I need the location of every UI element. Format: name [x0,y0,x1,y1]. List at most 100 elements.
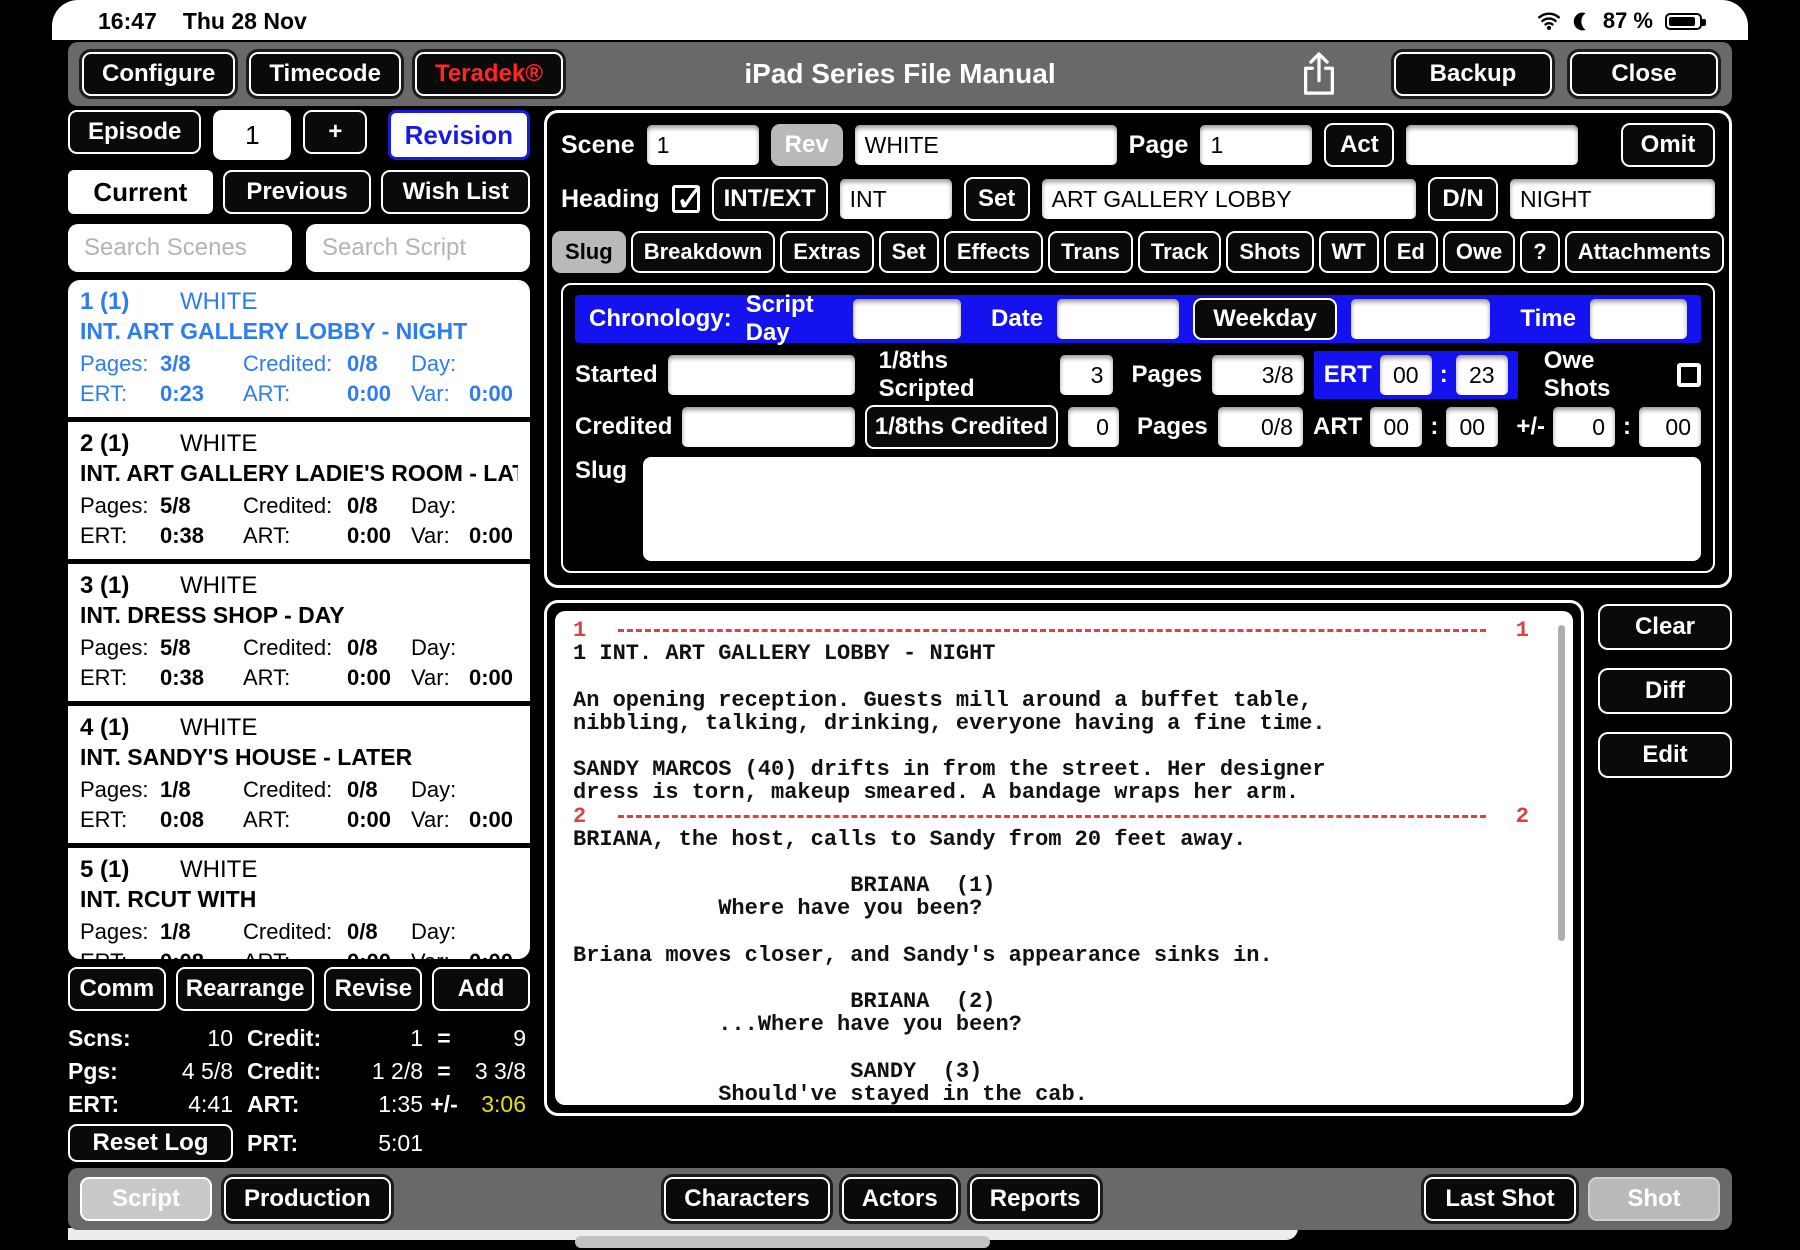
revision-button[interactable]: Revision [387,110,530,160]
tab-help[interactable]: ? [1520,231,1560,273]
tab-effects[interactable]: Effects [943,231,1044,273]
date-input[interactable] [1057,299,1180,339]
script-line: Briana moves closer, and Sandy's appeara… [573,942,1273,968]
owe-shots-checkbox[interactable] [1677,363,1701,387]
teradek-button[interactable]: Teradek® [414,52,563,96]
omit-button[interactable]: Omit [1621,123,1715,167]
tab-attachments[interactable]: Attachments [1564,231,1724,273]
shot-button[interactable]: Shot [1588,1177,1720,1221]
scene-list-item[interactable]: 3 (1) WHITE INT. DRESS SHOP - DAY Pages: 5/8… [68,564,530,706]
eighths-credited-input[interactable]: 0 [1068,407,1119,447]
rev-button[interactable]: Rev [770,124,843,166]
scene-revision-color: WHITE [180,572,258,599]
tab-track[interactable]: Track [1137,231,1222,273]
clear-button[interactable]: Clear [1598,604,1732,650]
share-icon[interactable] [1298,49,1340,99]
edit-button[interactable]: Edit [1598,732,1732,778]
tab-breakdown[interactable]: Breakdown [630,231,776,273]
colon: : [1430,413,1439,440]
started-input[interactable] [667,355,855,395]
scene-number-input[interactable]: 1 [646,125,759,165]
pages-scripted-input[interactable]: 3/8 [1212,355,1304,395]
weekday-input[interactable] [1350,299,1491,339]
credited-input[interactable] [682,407,855,447]
script-mode-button[interactable]: Script [80,1177,212,1221]
timecode-button[interactable]: Timecode [249,52,401,96]
tab-wish-list[interactable]: Wish List [381,170,531,214]
act-input[interactable] [1406,125,1579,165]
tab-shots[interactable]: Shots [1226,231,1314,273]
art-hours-input[interactable]: 00 [1370,407,1423,447]
set-button[interactable]: Set [963,177,1030,221]
variance-minutes-input[interactable]: 00 [1639,407,1701,447]
configure-button[interactable]: Configure [82,52,236,96]
script-scrollbar[interactable] [1558,625,1565,942]
script-line: BRIANA, the host, calls to Sandy from 20… [573,826,1247,852]
art-minutes-input[interactable]: 00 [1446,407,1499,447]
battery-percent: 87 % [1602,8,1653,33]
backup-button[interactable]: Backup [1394,52,1552,96]
scene-number: 1 (1) [80,288,130,315]
scene-revision-color: WHITE [180,430,258,457]
slug-textarea[interactable] [643,457,1701,561]
script-line [573,967,1569,990]
scene-list-item[interactable]: 1 (1) WHITE INT. ART GALLERY LOBBY - NIGHT… [68,280,530,422]
set-input[interactable]: ART GALLERY LOBBY [1041,179,1416,219]
actors-button[interactable]: Actors [841,1177,958,1221]
reports-button[interactable]: Reports [969,1177,1101,1221]
tab-set[interactable]: Set [878,231,939,273]
act-button[interactable]: Act [1324,123,1395,167]
scene-list-item[interactable]: 5 (1) WHITE INT. RCUT WITH Pages: 1/8 Credite… [68,848,530,959]
weekday-button[interactable]: Weekday [1193,298,1337,340]
episode-number-input[interactable]: 1 [213,110,292,160]
scene-revision-color: WHITE [180,714,258,741]
rev-color-input[interactable]: WHITE [854,125,1117,165]
page-number-input[interactable]: 1 [1200,125,1313,165]
production-button[interactable]: Production [224,1177,391,1221]
diff-button[interactable]: Diff [1598,668,1732,714]
last-shot-button[interactable]: Last Shot [1424,1177,1576,1221]
colon: : [1623,413,1631,440]
scene-heading: INT. ART GALLERY LOBBY - NIGHT [80,318,468,344]
tab-owe[interactable]: Owe [1442,231,1516,273]
balance-pages-value: 3 3/8 [474,1058,526,1084]
variance-hours-input[interactable]: 0 [1553,407,1615,447]
day-night-input[interactable]: NIGHT [1510,179,1715,219]
tab-ed[interactable]: Ed [1383,231,1438,273]
pages-credited-input[interactable]: 0/8 [1217,407,1303,447]
int-ext-button[interactable]: INT/EXT [711,177,828,221]
tab-extras[interactable]: Extras [780,231,874,273]
scene-list[interactable]: 1 (1) WHITE INT. ART GALLERY LOBBY - NIGHT… [68,280,530,959]
time-input[interactable] [1589,299,1688,339]
eighths-credited-button[interactable]: 1/8ths Credited [864,405,1059,449]
eighths-scripted-input[interactable]: 3 [1059,355,1114,395]
revise-button[interactable]: Revise [324,967,423,1011]
ert-hours-input[interactable]: 00 [1379,355,1432,395]
script-page[interactable]: 111 INT. ART GALLERY LOBBY - NIGHT An op… [555,611,1573,1105]
heading-checkbox[interactable] [671,176,706,221]
search-script-input[interactable] [306,224,530,272]
script-day-input[interactable] [852,299,962,339]
add-episode-button[interactable]: + [303,110,368,154]
scene-list-item[interactable]: 2 (1) WHITE INT. ART GALLERY LADIE'S ROOM … [68,422,530,564]
ert-minutes-input[interactable]: 23 [1455,355,1508,395]
tab-slug[interactable]: Slug [552,231,626,273]
episode-button[interactable]: Episode [68,110,202,154]
int-ext-input[interactable]: INT [839,179,952,219]
scene-revision-color: WHITE [180,856,258,883]
characters-button[interactable]: Characters [664,1177,830,1221]
tab-current[interactable]: Current [68,170,213,214]
scene-list-item[interactable]: 4 (1) WHITE INT. SANDY'S HOUSE - LATER Page… [68,706,530,848]
tab-wt[interactable]: WT [1318,231,1379,273]
search-scenes-input[interactable] [68,224,292,272]
tab-previous[interactable]: Previous [222,170,372,214]
close-button[interactable]: Close [1570,52,1718,96]
day-night-button[interactable]: D/N [1428,177,1498,221]
status-bar: 16:47 Thu 28 Nov 87 % [52,0,1748,40]
rearrange-button[interactable]: Rearrange [175,967,315,1011]
tab-trans[interactable]: Trans [1048,231,1133,273]
script-line [573,735,1569,758]
comm-button[interactable]: Comm [68,967,166,1011]
reset-log-button[interactable]: Reset Log [68,1124,233,1162]
add-button[interactable]: Add [432,967,530,1011]
